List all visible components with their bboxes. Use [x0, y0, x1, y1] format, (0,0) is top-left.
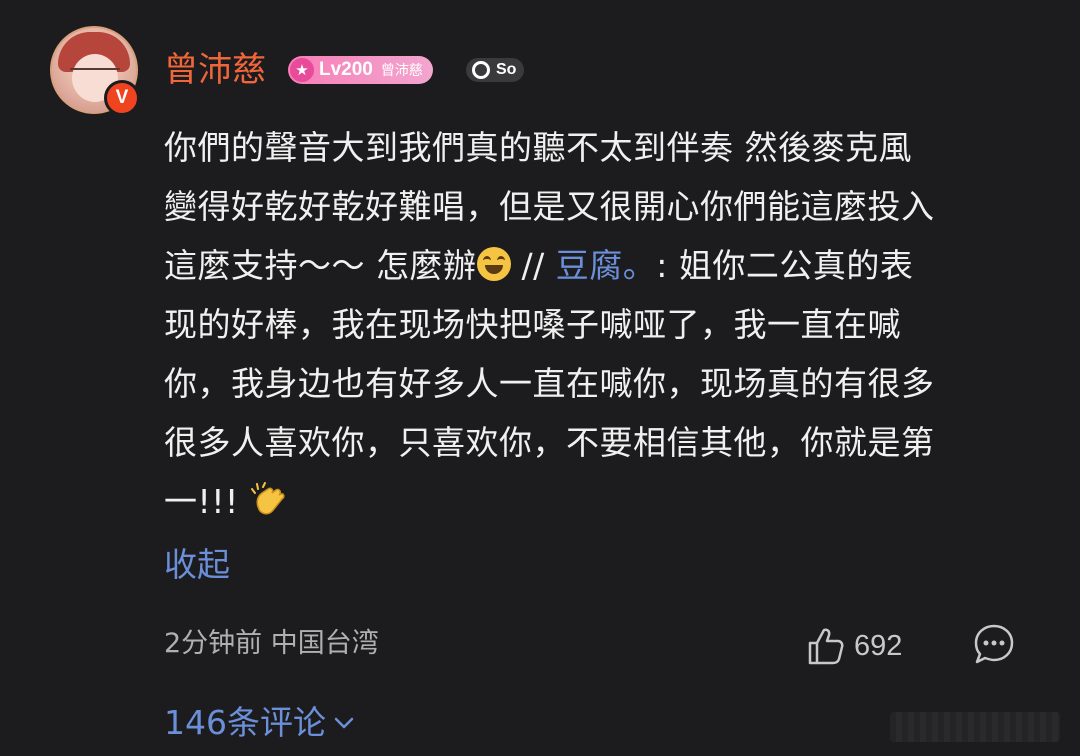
comment-line: 你，我身边也有好多人一直在喊你，现场真的有很多 [164, 364, 935, 403]
comment-bubble-icon[interactable] [972, 622, 1016, 666]
comment-text: 你們的聲音大到我們真的聽不太到伴奏 然後麥克風 變得好乾好乾好難唱，但是又很開心… [164, 118, 1034, 531]
comment-fragment: : 姐你二公真的表 [656, 246, 914, 285]
thumbs-up-icon [808, 628, 844, 665]
comment-line: 你們的聲音大到我們真的聽不太到伴奏 然後麥克風 [164, 128, 912, 167]
verified-badge-icon: V [104, 80, 140, 116]
level-badge[interactable]: ★ Lv200 曾沛慈 [288, 56, 433, 84]
like-button[interactable]: 692 [804, 622, 902, 670]
repost-separator: // [510, 246, 556, 285]
view-replies-button[interactable]: 146条评论 [164, 700, 356, 746]
fan-badge-label: So [496, 61, 517, 78]
comment-line: 這麼支持～～ 怎麼辦 // 豆腐。: 姐你二公真的表 [164, 236, 1034, 295]
star-icon: ★ [290, 58, 314, 82]
chevron-down-icon [334, 717, 354, 729]
clapping-hands-icon [250, 482, 285, 515]
collapse-button[interactable]: 收起 [164, 540, 230, 590]
grinning-squinting-face-icon [476, 247, 511, 281]
timestamp-location: 2分钟前 中国台湾 [164, 628, 379, 659]
fan-badge[interactable]: So [466, 58, 525, 82]
ring-icon [472, 61, 490, 79]
level-name: 曾沛慈 [380, 63, 423, 79]
replies-label: 146条评论 [164, 703, 326, 742]
comment-line: 现的好棒，我在现场快把嗓子喊哑了，我一直在喊 [164, 305, 901, 344]
comment-line: 變得好乾好乾好難唱，但是又很開心你們能這麼投入 [164, 187, 935, 226]
watermark [890, 712, 1060, 742]
comment-fragment: 這麼支持～～ 怎麼辦 [164, 246, 477, 285]
mention-link[interactable]: 豆腐。 [556, 246, 657, 285]
level-text: Lv200 [319, 59, 373, 80]
comment-line: 很多人喜欢你，只喜欢你，不要相信其他，你就是第 [164, 423, 935, 462]
comment-fragment: 一!!! [164, 482, 250, 521]
comment-line: 一!!! [164, 472, 1034, 531]
like-count: 692 [854, 629, 903, 662]
username[interactable]: 曾沛慈 [164, 48, 266, 92]
